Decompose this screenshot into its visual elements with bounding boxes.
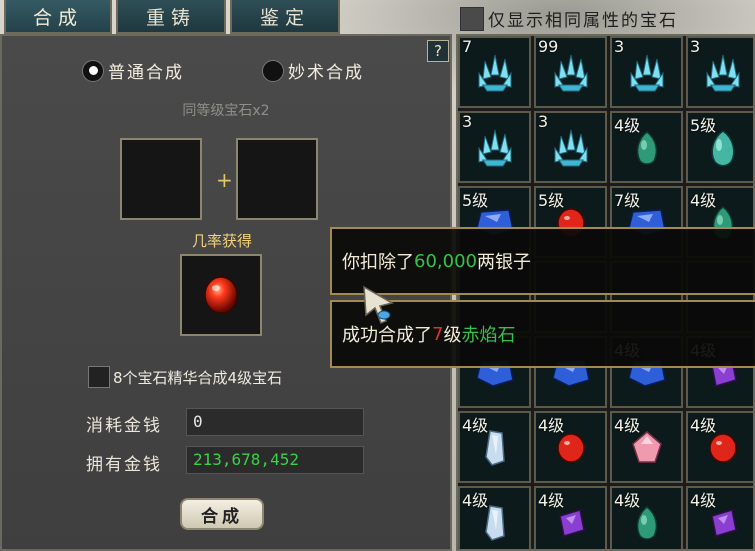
gem-count-label: 3 xyxy=(538,112,549,131)
msg2-gem: 赤焰石 xyxy=(461,325,516,346)
gem-slot[interactable]: 7 xyxy=(458,36,531,108)
plus-sign: + xyxy=(216,168,233,192)
radio-selected-icon xyxy=(82,59,104,82)
gem-count-label: 5级 xyxy=(538,191,565,210)
filter-label: 仅显示相同属性的宝石 xyxy=(488,11,678,31)
gem-count-label: 4级 xyxy=(614,491,641,510)
input-slot-2[interactable] xyxy=(236,138,318,220)
filter-checkbox[interactable] xyxy=(460,6,484,31)
owned-money-label: 拥有金钱 xyxy=(86,455,162,475)
cursor-icon xyxy=(363,285,394,324)
gem-slot[interactable]: 5级 xyxy=(686,111,753,183)
gem-count-label: 4级 xyxy=(690,416,717,435)
msg1-amount: 60,000 xyxy=(414,250,477,272)
gem-count-label: 4级 xyxy=(690,491,717,510)
gem-count-label: 4级 xyxy=(690,191,717,210)
radio-normal-combine[interactable]: 普通合成 xyxy=(82,58,184,83)
radio-special-label: 妙术合成 xyxy=(288,63,364,83)
essence-checkbox[interactable] xyxy=(88,366,110,388)
gem-count-label: 4级 xyxy=(538,491,565,510)
requirement-text: 同等级宝石x2 xyxy=(182,103,270,119)
radio-unselected-icon xyxy=(262,59,284,82)
crystal-gem-icon xyxy=(473,126,517,174)
gem-count-label: 5级 xyxy=(690,116,717,135)
gem-count-label: 4级 xyxy=(614,416,641,435)
radio-normal-label: 普通合成 xyxy=(108,63,184,83)
gem-slot[interactable]: 4级 xyxy=(534,486,607,549)
gem-count-label: 3 xyxy=(462,112,473,131)
gem-slot[interactable]: 3 xyxy=(686,36,753,108)
gem-count-label: 4级 xyxy=(462,491,489,510)
gem-count-label: 5级 xyxy=(462,191,489,210)
help-button[interactable]: ? xyxy=(427,40,449,62)
msg1-prefix: 你扣除了 xyxy=(342,252,414,273)
gem-slot[interactable]: 3 xyxy=(534,111,607,183)
gem-count-label: 4级 xyxy=(462,416,489,435)
radio-special-combine[interactable]: 妙术合成 xyxy=(262,58,364,83)
tab-combine[interactable]: 合成 xyxy=(4,0,112,34)
crystal-gem-icon xyxy=(549,126,593,174)
gem-count-label: 3 xyxy=(614,37,625,56)
ruby-gem-icon xyxy=(554,431,588,469)
owned-money-value: 213,678,452 xyxy=(186,446,364,474)
gem-count-label: 7级 xyxy=(614,191,641,210)
amethyst-gem-icon xyxy=(706,506,740,544)
gem-slot[interactable]: 4级 xyxy=(534,411,607,483)
crystal-gem-icon xyxy=(625,51,669,99)
probability-label: 几率获得 xyxy=(191,232,252,250)
gem-slot[interactable]: 4级 xyxy=(458,411,531,483)
tab-recast[interactable]: 重铸 xyxy=(116,0,226,34)
msg2-mid: 级 xyxy=(443,325,462,346)
ruby-gem-icon xyxy=(706,431,740,469)
amethyst-gem-icon xyxy=(554,506,588,544)
combine-button[interactable]: 合成 xyxy=(180,498,264,530)
gem-slot[interactable]: 4级 xyxy=(686,486,753,549)
gem-count-label: 3 xyxy=(690,37,701,56)
msg1-suffix: 两银子 xyxy=(476,252,531,273)
crystal-gem-icon xyxy=(549,51,593,99)
cost-label: 消耗金钱 xyxy=(86,416,162,436)
cost-value: 0 xyxy=(186,408,364,436)
crystal-gem-icon xyxy=(701,51,745,99)
gem-slot[interactable]: 3 xyxy=(458,111,531,183)
gem-slot[interactable]: 4级 xyxy=(686,411,753,483)
essence-option-label: 8个宝石精华合成4级宝石 xyxy=(113,368,283,387)
gem-slot[interactable]: 4级 xyxy=(610,486,683,549)
gem-count-label: 4级 xyxy=(538,416,565,435)
input-slot-1[interactable] xyxy=(120,138,202,220)
gem-slot[interactable]: 3 xyxy=(610,36,683,108)
gem-slot[interactable]: 4级 xyxy=(610,111,683,183)
gem-count-label: 4级 xyxy=(614,116,641,135)
essence-option[interactable]: 8个宝石精华合成4级宝石 xyxy=(88,366,282,388)
gem-slot[interactable]: 4级 xyxy=(610,411,683,483)
gem-count-label: 7 xyxy=(462,37,473,56)
gem-slot[interactable]: 99 xyxy=(534,36,607,108)
msg2-level: 7 xyxy=(432,323,444,345)
filter-same-attribute[interactable]: 仅显示相同属性的宝石 xyxy=(460,6,678,31)
result-slot[interactable] xyxy=(180,254,262,336)
gem-count-label: 99 xyxy=(538,37,559,56)
tab-appraise[interactable]: 鉴定 xyxy=(230,0,340,34)
crystal-gem-icon xyxy=(473,51,517,99)
gem-slot[interactable]: 4级 xyxy=(458,486,531,549)
ruby-gem-icon xyxy=(204,276,238,314)
